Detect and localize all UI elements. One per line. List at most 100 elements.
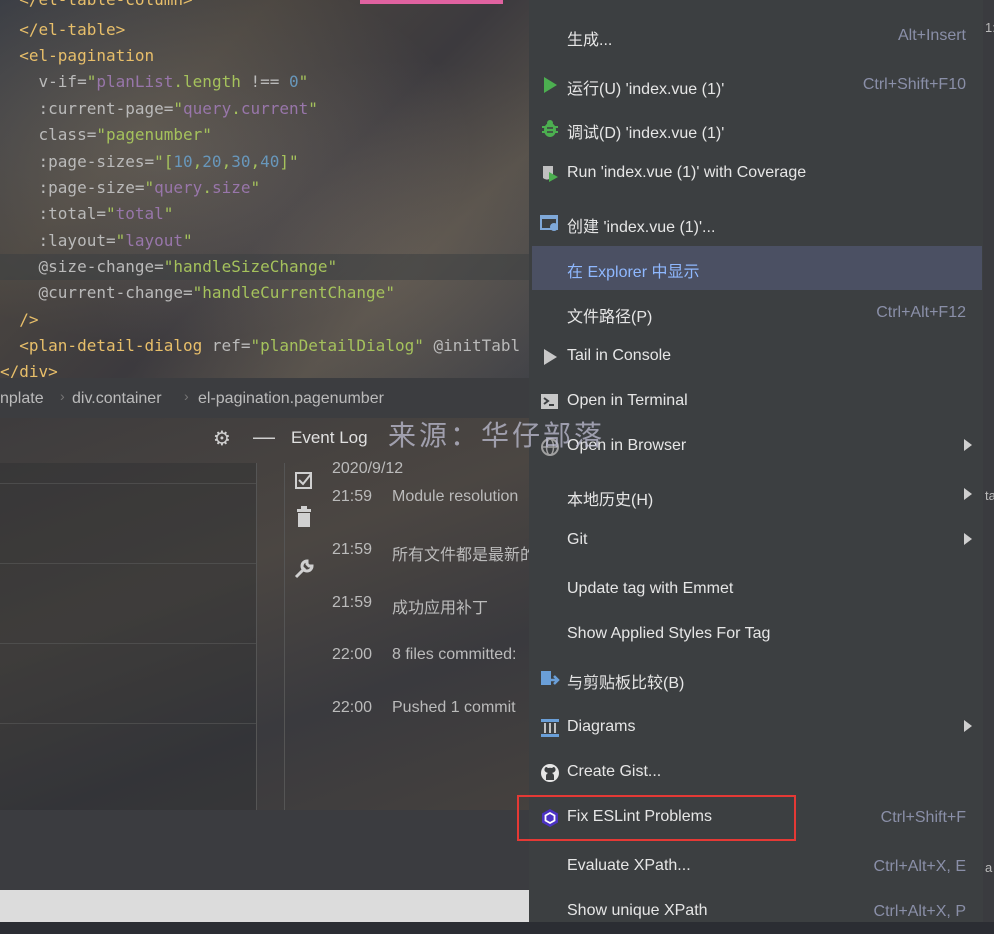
log-message[interactable]: 所有文件都是最新的 xyxy=(392,541,530,565)
code-line[interactable]: </div> xyxy=(0,359,58,378)
code-token: " xyxy=(298,72,309,91)
code-token: 40 xyxy=(260,152,280,171)
submenu-arrow-icon xyxy=(964,488,972,500)
menu-item[interactable]: 创建 'index.vue (1)'... xyxy=(532,201,982,245)
menu-item[interactable]: Git xyxy=(532,519,982,563)
trash-icon[interactable] xyxy=(295,506,313,528)
code-line[interactable]: /> xyxy=(0,307,39,333)
minimize-icon[interactable]: — xyxy=(253,424,275,450)
submenu-arrow-icon xyxy=(964,720,972,732)
menu-item-label: Update tag with Emmet xyxy=(567,580,734,597)
menu-item[interactable]: Update tag with Emmet xyxy=(532,568,982,612)
menu-item[interactable]: Show unique XPath Ctrl+Alt+X, P xyxy=(532,890,982,934)
code-line[interactable]: :current-page="query.current" xyxy=(0,96,318,122)
log-message[interactable]: Module resolution xyxy=(392,488,530,506)
wrench-icon[interactable] xyxy=(293,558,315,580)
code-token: </el-table> xyxy=(0,20,126,39)
menu-item-label: 在 Explorer 中显示 xyxy=(567,264,700,281)
code-token: 10 xyxy=(173,152,193,171)
log-message[interactable]: Pushed 1 commit xyxy=(392,699,530,717)
code-line[interactable]: <el-pagination xyxy=(0,43,154,69)
edge-text: 1: xyxy=(985,20,994,35)
menu-item-label: 创建 'index.vue (1)'... xyxy=(567,219,716,236)
code-token: :layout= xyxy=(0,231,116,250)
menu-item-label: Create Gist... xyxy=(567,763,662,780)
code-token: . xyxy=(231,99,241,118)
log-message[interactable]: 成功应用补丁 xyxy=(392,594,530,618)
annotation-highlight-box xyxy=(517,795,796,841)
code-token: " xyxy=(105,204,116,223)
code-token: class= xyxy=(0,125,97,144)
code-token: :current-page= xyxy=(0,99,174,118)
breadcrumb-item[interactable]: nplate xyxy=(0,390,44,408)
menu-item[interactable]: 运行(U) 'index.vue (1)' Ctrl+Shift+F10 xyxy=(532,63,982,107)
code-line[interactable]: :layout="layout" xyxy=(0,228,193,254)
code-token: total xyxy=(115,204,164,223)
menu-item-label: Open in Terminal xyxy=(567,392,688,409)
breadcrumb-item[interactable]: el-pagination.pagenumber xyxy=(198,390,384,408)
gear-icon[interactable]: ⚙ xyxy=(213,426,231,451)
chevron-right-icon: › xyxy=(60,388,65,404)
menu-item[interactable]: Create Gist... xyxy=(532,751,982,795)
right-edge-strip: 1: ta a xyxy=(983,0,994,922)
menu-item[interactable]: 与剪贴板比较(B) xyxy=(532,657,982,701)
debug-icon xyxy=(542,120,558,137)
code-token: "pagenumber" xyxy=(96,125,212,144)
menu-item-label: 文件路径(P) xyxy=(567,309,653,326)
status-area xyxy=(0,810,530,890)
menu-item[interactable]: Run 'index.vue (1)' with Coverage xyxy=(532,152,982,196)
menu-item[interactable]: Show Applied Styles For Tag xyxy=(532,613,982,657)
code-line[interactable]: </el-table> xyxy=(0,17,125,43)
log-message[interactable]: 8 files committed: xyxy=(392,646,530,664)
code-token: 20 xyxy=(202,152,222,171)
code-token: ]" xyxy=(279,152,299,171)
menu-item[interactable]: Tail in Console xyxy=(532,335,982,379)
code-token: /> xyxy=(0,310,39,329)
code-token: layout xyxy=(125,231,184,250)
breadcrumb-item[interactable]: div.container xyxy=(72,390,162,408)
menu-item[interactable]: 生成... Alt+Insert xyxy=(532,14,982,58)
code-line[interactable]: :page-sizes="[10,20,30,40]" xyxy=(0,149,299,175)
log-date: 2020/9/12 xyxy=(332,460,404,477)
menu-item[interactable]: 调试(D) 'index.vue (1)' xyxy=(532,107,982,151)
watermark: 来源：华仔部落 xyxy=(388,419,606,452)
log-time: 21:59 xyxy=(332,541,373,558)
code-token: , xyxy=(250,152,261,171)
menu-item-label: Show Applied Styles For Tag xyxy=(567,625,771,642)
panel-divider xyxy=(284,463,285,810)
code-token: @initTabl xyxy=(433,336,521,355)
code-token: query xyxy=(183,99,232,118)
log-time: 21:59 xyxy=(332,594,373,611)
menu-item[interactable]: 在 Explorer 中显示 xyxy=(532,246,982,290)
code-line[interactable]: @size-change="handleSizeChange" xyxy=(0,254,338,280)
code-line[interactable]: v-if="planList.length !== 0" xyxy=(0,69,309,95)
code-token: 0 xyxy=(289,72,299,91)
code-token: </el-table-column> xyxy=(0,0,192,9)
code-token: :page-size= xyxy=(0,178,145,197)
code-token: . xyxy=(202,178,212,197)
menu-item[interactable]: 本地历史(H) xyxy=(532,474,982,518)
menu-item-shortcut: Ctrl+Shift+F xyxy=(880,809,966,826)
menu-item[interactable]: Evaluate XPath... Ctrl+Alt+X, E xyxy=(532,845,982,889)
submenu-arrow-icon xyxy=(964,533,972,545)
code-token: " xyxy=(173,99,184,118)
menu-item-shortcut: Ctrl+Shift+F10 xyxy=(862,76,966,93)
code-editor[interactable]: </el-table-column> </el-table> <el-pagin… xyxy=(0,0,530,378)
code-line[interactable]: </el-table-column> xyxy=(0,0,192,13)
mark-read-icon[interactable] xyxy=(294,470,314,490)
menu-item[interactable]: Diagrams xyxy=(532,706,982,750)
run-icon xyxy=(544,77,557,93)
code-line[interactable]: :total="total" xyxy=(0,201,174,227)
menu-item-shortcut: Ctrl+Alt+X, P xyxy=(873,903,966,920)
menu-item[interactable]: 文件路径(P) Ctrl+Alt+F12 xyxy=(532,291,982,335)
code-token: .length xyxy=(173,72,251,91)
menu-item-shortcut: Ctrl+Alt+X, E xyxy=(873,858,966,875)
code-line[interactable]: class="pagenumber" xyxy=(0,122,212,148)
menu-item-label: Diagrams xyxy=(567,718,636,735)
code-line[interactable]: @current-change="handleCurrentChange" xyxy=(0,280,395,306)
menu-item-label: Git xyxy=(567,531,588,548)
code-line[interactable]: <plan-detail-dialog ref="planDetailDialo… xyxy=(0,333,520,359)
code-line[interactable]: :page-size="query.size" xyxy=(0,175,261,201)
code-token: ref= xyxy=(211,336,251,355)
menu-item-label: Show unique XPath xyxy=(567,902,708,919)
